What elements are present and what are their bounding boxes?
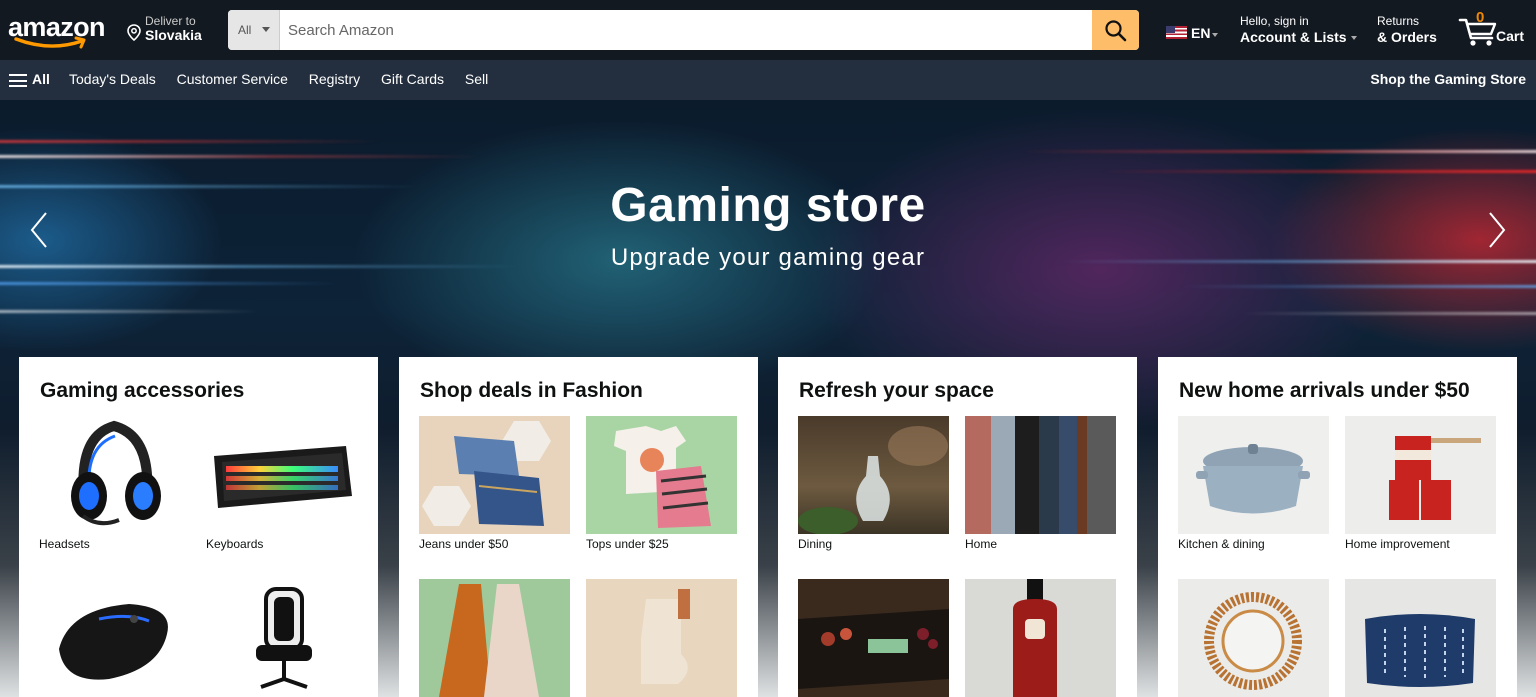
nav-link-customer-service[interactable]: Customer Service [177, 71, 288, 87]
light-streak [0, 140, 380, 143]
light-streak [1020, 150, 1536, 153]
nav-link-gift-cards[interactable]: Gift Cards [381, 71, 444, 87]
mouse-image [39, 579, 190, 697]
carousel-prev-arrow-icon[interactable] [28, 210, 50, 250]
location-pin-icon [127, 24, 141, 41]
search-icon [1105, 20, 1127, 42]
tile-caption: Keyboards [206, 537, 264, 551]
tops-image [586, 416, 737, 534]
logo-smile-icon [14, 36, 86, 49]
nav-link-sell[interactable]: Sell [465, 71, 488, 87]
card-refresh-your-space: Refresh your space Dining Home [778, 357, 1137, 697]
light-streak [1240, 312, 1536, 315]
deliver-country: Slovakia [145, 27, 202, 43]
card-title: Refresh your space [799, 379, 994, 402]
light-streak [0, 155, 480, 158]
nav-links: Today's Deals Customer Service Registry … [69, 71, 505, 87]
nav-link-registry[interactable]: Registry [309, 71, 360, 87]
light-streak [1100, 170, 1536, 173]
tile-caption: Jeans under $50 [419, 537, 509, 551]
dutch-oven-image [1178, 416, 1329, 534]
search-bar: All [228, 10, 1139, 50]
search-input[interactable] [280, 10, 1092, 50]
cart-button[interactable]: 0 Cart [1458, 9, 1530, 50]
card-new-home-arrivals: New home arrivals under $50 Kitchen & di… [1158, 357, 1517, 697]
keyboard-image [206, 416, 357, 534]
bath-bottle-image [965, 579, 1116, 697]
tile-caption: Home improvement [1345, 537, 1450, 551]
chevron-down-icon [1212, 33, 1218, 37]
jeans-image [419, 416, 570, 534]
light-streak [0, 282, 340, 285]
card-title: Gaming accessories [40, 379, 245, 402]
card-title: Shop deals in Fashion [420, 379, 643, 402]
light-streak [1180, 285, 1536, 288]
hamburger-icon [9, 74, 27, 87]
nav-bar: All Today's Deals Customer Service Regis… [0, 60, 1536, 100]
account-menu[interactable]: Hello, sign in Account & Lists [1240, 14, 1357, 45]
home-image [965, 416, 1116, 534]
returns-label: Returns [1377, 14, 1420, 28]
tile-caption: Dining [798, 537, 833, 551]
hero-title: Gaming store [610, 179, 926, 232]
cart-count: 0 [1476, 9, 1485, 26]
account-greeting: Hello, sign in [1240, 14, 1309, 28]
chevron-down-icon [1350, 36, 1357, 41]
card-fashion-deals: Shop deals in Fashion Jeans under $50 To… [399, 357, 758, 697]
gaming-chair-image [206, 579, 357, 697]
kitchen-image [798, 579, 949, 697]
returns-orders-link[interactable]: Returns & Orders [1377, 14, 1437, 45]
search-button[interactable] [1092, 10, 1139, 50]
dining-image [798, 416, 949, 534]
top-header: amazon Deliver to Slovakia All EN [0, 0, 1536, 60]
card-title: New home arrivals under $50 [1179, 379, 1470, 402]
us-flag-icon [1166, 26, 1187, 39]
amazon-logo[interactable]: amazon [8, 12, 108, 50]
deliver-label: Deliver to [145, 14, 196, 28]
pillow-image [1345, 579, 1496, 697]
tile-caption: Headsets [39, 537, 90, 551]
carousel-next-arrow-icon[interactable] [1486, 210, 1508, 250]
headset-image [39, 416, 190, 534]
mirror-image [1178, 579, 1329, 697]
light-streak [0, 310, 260, 313]
hero-subtitle: Upgrade your gaming gear [610, 244, 926, 271]
boots-image [586, 579, 737, 697]
tile-caption: Tops under $25 [586, 537, 669, 551]
tile-caption: Kitchen & dining [1178, 537, 1265, 551]
cart-label: Cart [1496, 28, 1525, 44]
paint-cans-image [1345, 416, 1496, 534]
tile-caption: Home [965, 537, 998, 551]
search-category-label: All [238, 23, 252, 37]
orders-label: & Orders [1377, 29, 1437, 45]
card-gaming-accessories: Gaming accessories Headsets Keyboards [19, 357, 378, 697]
account-lists-label: Account & Lists [1240, 29, 1347, 45]
dresses-image [419, 579, 570, 697]
shop-gaming-store-link[interactable]: Shop the Gaming Store [1370, 71, 1526, 87]
account-lists-row: Account & Lists [1240, 29, 1357, 45]
chevron-down-icon [262, 27, 270, 32]
language-code: EN [1191, 25, 1211, 41]
all-label: All [32, 71, 50, 87]
search-category-select[interactable]: All [228, 10, 280, 50]
nav-link-todays-deals[interactable]: Today's Deals [69, 71, 156, 87]
